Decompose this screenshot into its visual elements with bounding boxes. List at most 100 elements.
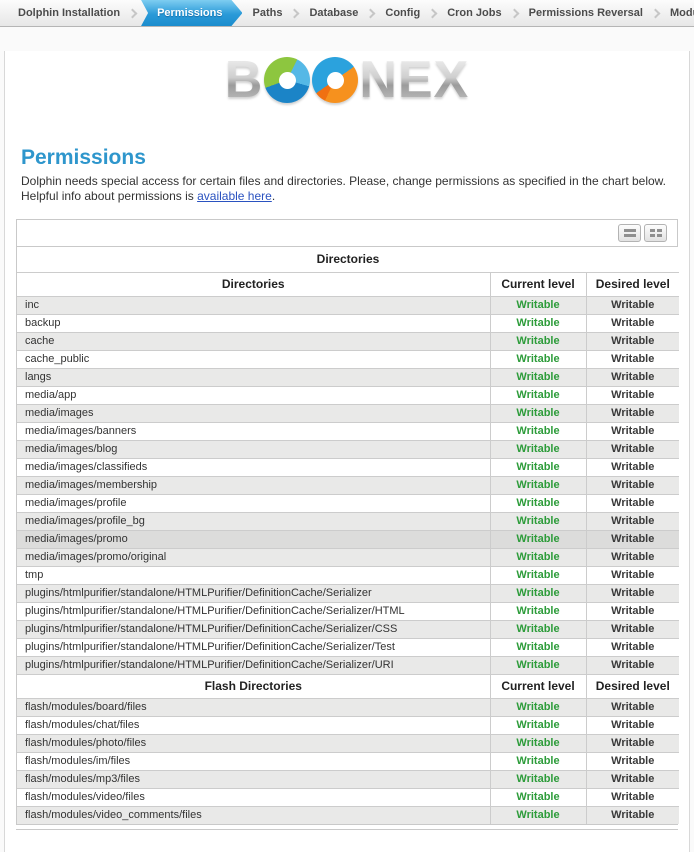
- boonex-logo: B NEX: [16, 51, 678, 109]
- desired-level-value: Writable: [586, 494, 679, 512]
- current-level-value: Writable: [490, 638, 586, 656]
- directory-path: plugins/htmlpurifier/standalone/HTMLPuri…: [17, 584, 490, 602]
- list-view-button[interactable]: [618, 224, 641, 242]
- directory-path: media/images/promo: [17, 530, 490, 548]
- logo-o-hole: [279, 72, 296, 89]
- table-row: flash/modules/photo/filesWritableWritabl…: [17, 734, 679, 752]
- desired-level-value: Writable: [586, 368, 679, 386]
- description-period: .: [272, 189, 275, 203]
- col-header-directories: Directories: [17, 272, 490, 296]
- desired-level-value: Writable: [586, 512, 679, 530]
- table-row: plugins/htmlpurifier/standalone/HTMLPuri…: [17, 620, 679, 638]
- desired-level-value: Writable: [586, 770, 679, 788]
- desired-level-value: Writable: [586, 404, 679, 422]
- desired-level-value: Writable: [586, 602, 679, 620]
- directory-path: flash/modules/board/files: [17, 698, 490, 716]
- directory-path: media/images/promo/original: [17, 548, 490, 566]
- current-level-value: Writable: [490, 512, 586, 530]
- directory-path: media/images/blog: [17, 440, 490, 458]
- step-cron-jobs[interactable]: Cron Jobs: [439, 0, 509, 26]
- directory-path: media/images: [17, 404, 490, 422]
- chevron-right-icon: [290, 8, 300, 18]
- directory-path: plugins/htmlpurifier/standalone/HTMLPuri…: [17, 656, 490, 674]
- directory-path: plugins/htmlpurifier/standalone/HTMLPuri…: [17, 620, 490, 638]
- directory-path: cache_public: [17, 350, 490, 368]
- page-description: Dolphin needs special access for certain…: [21, 174, 673, 204]
- current-level-value: Writable: [490, 296, 586, 314]
- desired-level-value: Writable: [586, 566, 679, 584]
- current-level-value: Writable: [490, 476, 586, 494]
- table-row: cache_publicWritableWritable: [17, 350, 679, 368]
- chevron-right-icon: [428, 8, 438, 18]
- directory-path: flash/modules/mp3/files: [17, 770, 490, 788]
- step-modules[interactable]: Modules: [662, 0, 694, 26]
- directory-path: media/images/classifieds: [17, 458, 490, 476]
- table-row: media/images/blogWritableWritable: [17, 440, 679, 458]
- section-row-directories: Directories: [17, 247, 679, 272]
- table-row: media/imagesWritableWritable: [17, 404, 679, 422]
- current-level-value: Writable: [490, 350, 586, 368]
- col-header-current-level: Current level: [490, 272, 586, 296]
- desired-level-value: Writable: [586, 788, 679, 806]
- desired-level-value: Writable: [586, 716, 679, 734]
- col-header-desired-level-flash: Desired level: [586, 674, 679, 698]
- section-header-row-flash: Flash Directories Current level Desired …: [17, 674, 679, 698]
- table-row: flash/modules/chat/filesWritableWritable: [17, 716, 679, 734]
- current-level-value: Writable: [490, 386, 586, 404]
- step-config[interactable]: Config: [377, 0, 428, 26]
- current-level-value: Writable: [490, 656, 586, 674]
- table-row: media/images/classifiedsWritableWritable: [17, 458, 679, 476]
- current-level-value: Writable: [490, 602, 586, 620]
- table-row: backupWritableWritable: [17, 314, 679, 332]
- table-row: flash/modules/video_comments/filesWritab…: [17, 806, 679, 824]
- desired-level-value: Writable: [586, 734, 679, 752]
- table-row: plugins/htmlpurifier/standalone/HTMLPuri…: [17, 602, 679, 620]
- logo-letters-nex: NEX: [359, 54, 469, 106]
- current-level-value: Writable: [490, 752, 586, 770]
- table-row: tmpWritableWritable: [17, 566, 679, 584]
- table-row: cacheWritableWritable: [17, 332, 679, 350]
- desired-level-value: Writable: [586, 332, 679, 350]
- table-row: media/images/bannersWritableWritable: [17, 422, 679, 440]
- directory-path: media/images/banners: [17, 422, 490, 440]
- directory-path: tmp: [17, 566, 490, 584]
- directory-path: inc: [17, 296, 490, 314]
- table-row: flash/modules/board/filesWritableWritabl…: [17, 698, 679, 716]
- page-title: Permissions: [21, 147, 673, 169]
- step-nav: Dolphin Installation PermissionsPaths Data…: [0, 0, 694, 27]
- step-permissions-reversal[interactable]: Permissions Reversal: [521, 0, 651, 26]
- current-level-value: Writable: [490, 770, 586, 788]
- current-level-value: Writable: [490, 422, 586, 440]
- desired-level-value: Writable: [586, 422, 679, 440]
- directory-path: flash/modules/im/files: [17, 752, 490, 770]
- step-paths[interactable]: Paths: [244, 0, 290, 26]
- next-section-divider: [16, 829, 678, 830]
- desired-level-value: Writable: [586, 548, 679, 566]
- table-row: media/images/promoWritableWritable: [17, 530, 679, 548]
- step-database[interactable]: Database: [301, 0, 366, 26]
- directory-path: media/images/membership: [17, 476, 490, 494]
- desired-level-value: Writable: [586, 698, 679, 716]
- current-level-value: Writable: [490, 806, 586, 824]
- directory-path: media/images/profile: [17, 494, 490, 512]
- step-dolphin-installation[interactable]: Dolphin Installation: [10, 0, 128, 26]
- column-header-row: Directories Current level Desired level: [17, 272, 679, 296]
- table-row: plugins/htmlpurifier/standalone/HTMLPuri…: [17, 656, 679, 674]
- desired-level-value: Writable: [586, 584, 679, 602]
- current-level-value: Writable: [490, 620, 586, 638]
- table-row: media/images/profileWritableWritable: [17, 494, 679, 512]
- table-row: flash/modules/video/filesWritableWritabl…: [17, 788, 679, 806]
- col-header-desired-level: Desired level: [586, 272, 679, 296]
- table-row: plugins/htmlpurifier/standalone/HTMLPuri…: [17, 638, 679, 656]
- desired-level-value: Writable: [586, 296, 679, 314]
- available-here-link[interactable]: available here: [197, 189, 272, 203]
- directory-path: flash/modules/video_comments/files: [17, 806, 490, 824]
- current-level-value: Writable: [490, 530, 586, 548]
- desired-level-value: Writable: [586, 458, 679, 476]
- directory-path: plugins/htmlpurifier/standalone/HTMLPuri…: [17, 638, 490, 656]
- table-view-toolbar: [17, 220, 677, 247]
- chevron-right-icon: [366, 8, 376, 18]
- grid-view-button[interactable]: [644, 224, 667, 242]
- desired-level-value: Writable: [586, 386, 679, 404]
- step-permissions[interactable]: Permissions: [141, 0, 242, 26]
